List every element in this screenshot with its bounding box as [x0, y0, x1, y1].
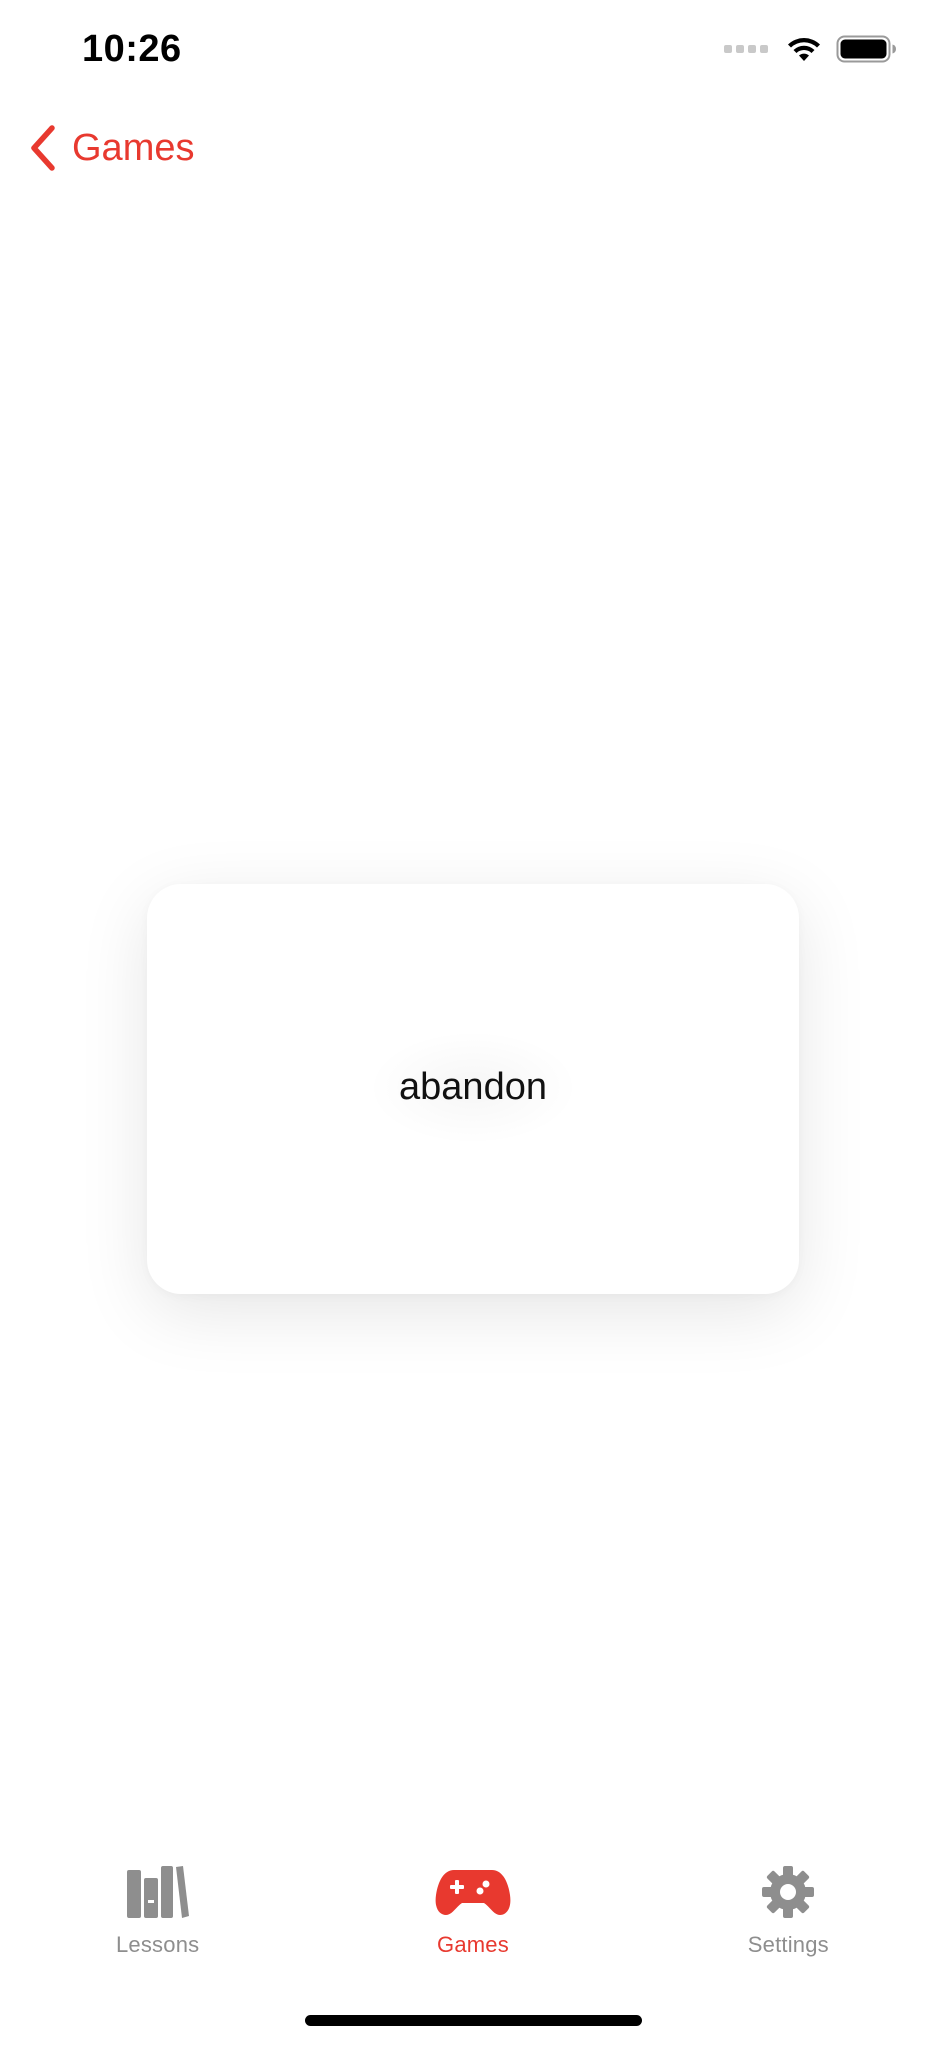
- books-icon: [126, 1866, 189, 1918]
- flashcard[interactable]: abandon: [147, 884, 799, 1294]
- gear-icon: [762, 1866, 815, 1918]
- tab-bar: Lessons Games Settings: [0, 1860, 946, 1980]
- cellular-signal-icon: [724, 45, 768, 53]
- status-bar: 10:26: [0, 0, 946, 105]
- gamecontroller-icon: [435, 1870, 511, 1915]
- flashcard-screen: 10:26 Games abandon Lessons Games Settin…: [0, 0, 946, 2047]
- tab-games-label: Games: [437, 1932, 509, 1957]
- status-time: 10:26: [82, 28, 182, 70]
- tab-lessons-label: Lessons: [115, 1932, 200, 1957]
- battery-icon: [836, 35, 896, 63]
- tab-lessons[interactable]: Lessons: [0, 1860, 315, 1980]
- home-indicator[interactable]: [305, 2015, 642, 2026]
- flashcard-word: abandon: [367, 1029, 579, 1145]
- wifi-icon: [788, 38, 820, 61]
- tab-games[interactable]: Games: [315, 1860, 630, 1980]
- tab-settings-label: Settings: [747, 1932, 829, 1957]
- status-icons: [724, 34, 898, 64]
- back-button[interactable]: Games: [28, 124, 194, 172]
- chevron-left-icon: [31, 125, 55, 171]
- tab-settings[interactable]: Settings: [631, 1860, 946, 1980]
- back-button-label: Games: [72, 126, 195, 169]
